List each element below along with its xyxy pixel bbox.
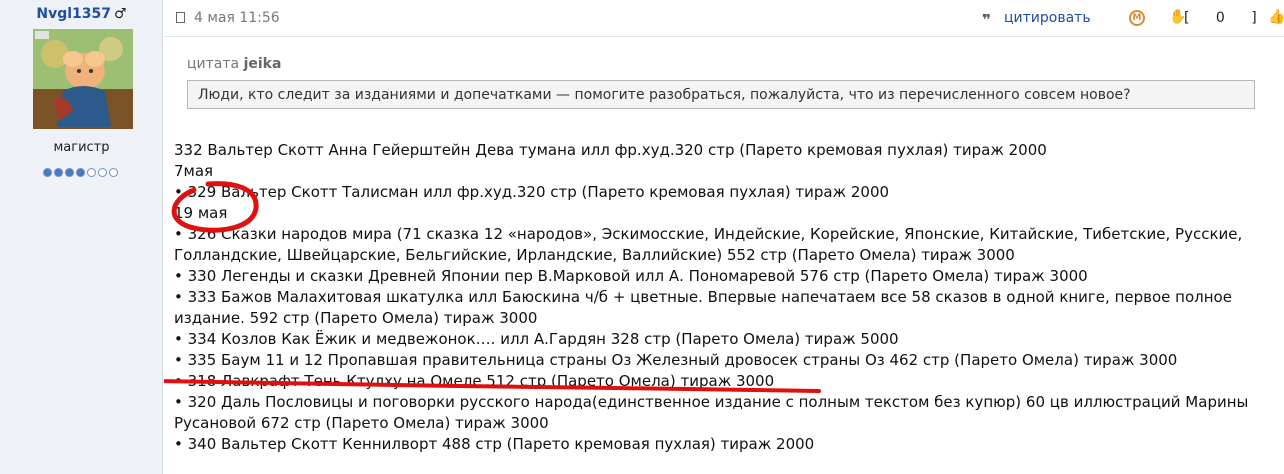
quote-author[interactable]: jeika: [244, 56, 282, 72]
moderator-icon[interactable]: M: [1129, 10, 1145, 26]
post-date: 4 мая 11:56: [194, 10, 280, 26]
rating-value: 0: [1215, 10, 1225, 26]
rank-dot: [76, 168, 85, 177]
post-line: Голландские, Швейцарские, Бельгийские, И…: [174, 246, 1015, 264]
rank-dot: [54, 168, 63, 177]
post-line: • 335 Баум 11 и 12 Пропавшая правительни…: [174, 351, 1178, 369]
rank-dot: [43, 168, 52, 177]
quote-icon[interactable]: ❞: [982, 11, 991, 29]
rank-dot: [98, 168, 107, 177]
post-line: 7мая: [174, 162, 214, 180]
post-line: • 330 Легенды и сказки Древней Японии пе…: [174, 267, 1088, 285]
author-sidebar: Nvgl1357 ♂ магистр: [0, 0, 163, 474]
post-line: • 326 Сказки народов мира (71 сказка 12 …: [174, 225, 1243, 243]
post-line: • 318 Лавкрафт Тень Ктулху на Омеле 512 …: [174, 372, 775, 390]
post-line: 332 Вальтер Скотт Анна Гейерштейн Дева т…: [174, 141, 1047, 159]
post-line: • 340 Вальтер Скотт Кеннилворт 488 стр (…: [174, 435, 815, 453]
author-rank: магистр: [53, 140, 110, 155]
post-line: • 334 Козлов Как Ёжик и медвежонок…. илл…: [174, 330, 899, 348]
rank-dot: [65, 168, 74, 177]
author-username[interactable]: Nvgl1357 ♂: [0, 6, 163, 22]
username-text[interactable]: Nvgl1357: [36, 6, 111, 22]
quote-box: Люди, кто следит за изданиями и допечатк…: [187, 80, 1255, 109]
rank-dot: [109, 168, 118, 177]
quote-label: цитата: [187, 56, 240, 72]
post-line: Русановой 672 стр (Парето Омела) тираж 3…: [174, 414, 549, 432]
quote-button[interactable]: цитировать: [1004, 10, 1091, 26]
post-rating: [ 0 ]: [1184, 10, 1257, 26]
rank-rating-dots: [43, 168, 118, 178]
post-line: • 329 Вальтер Скотт Талисман илл фр.худ.…: [174, 183, 890, 201]
thumbs-up-icon[interactable]: 👍: [1268, 9, 1284, 25]
post-line: • 320 Даль Пословицы и поговорки русског…: [174, 393, 1249, 411]
rank-dot: [87, 168, 96, 177]
post-line: • 333 Бажов Малахитовая шкатулка илл Баю…: [174, 288, 1232, 306]
post-line: 19 мая: [174, 204, 228, 222]
post-header: 4 мая 11:56 ❞ цитировать M ✋ [ 0 ] 👍: [164, 0, 1284, 37]
gender-icon: ♂: [114, 6, 127, 22]
avatar[interactable]: [33, 29, 133, 129]
avatar-image: [33, 29, 133, 129]
rating-bracket-close: ]: [1251, 10, 1257, 26]
post-icon: [176, 12, 185, 23]
forum-post: 4 мая 11:56 ❞ цитировать M ✋ [ 0 ] 👍 цит…: [164, 0, 1284, 474]
quote-header: цитата jeika: [187, 56, 281, 72]
rating-bracket-open: [: [1184, 10, 1190, 26]
post-line: издание. 592 стр (Парето Омела) тираж 30…: [174, 309, 538, 327]
